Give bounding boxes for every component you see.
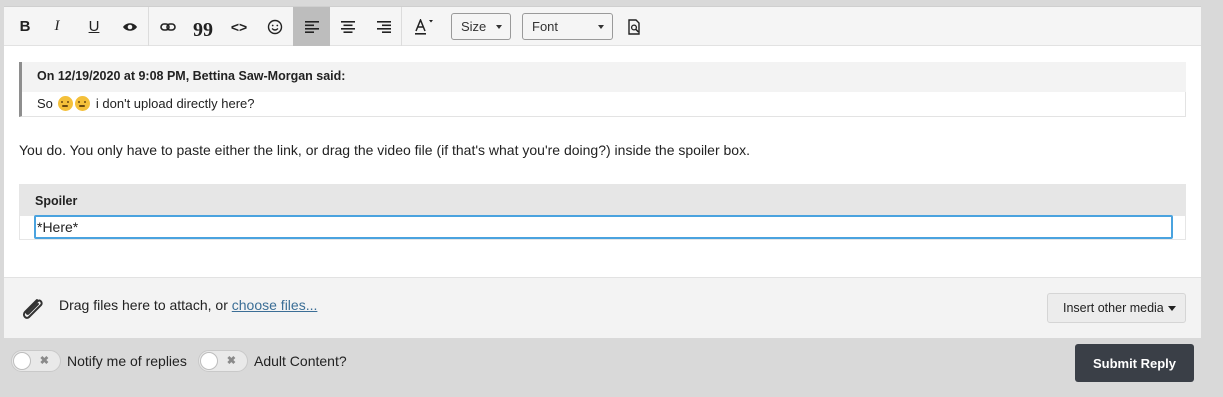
- align-center-button[interactable]: [335, 7, 361, 46]
- eye-icon: [123, 22, 137, 31]
- underline-icon: U: [88, 18, 100, 35]
- toggle-knob: [200, 352, 218, 370]
- bold-button[interactable]: B: [14, 7, 36, 46]
- link-button[interactable]: [155, 7, 181, 46]
- attach-text: Drag files here to attach, or: [59, 297, 232, 313]
- size-select[interactable]: Size: [451, 13, 511, 40]
- reply-paragraph: You do. You only have to paste either th…: [19, 142, 750, 158]
- quoted-post: On 12/19/2020 at 9:08 PM, Bettina Saw-Mo…: [19, 62, 1186, 117]
- insert-other-media-button[interactable]: Insert other media: [1047, 293, 1186, 323]
- caret-down-icon: [1167, 305, 1176, 311]
- thinking-face-emoji-icon: [74, 96, 90, 111]
- quote-button[interactable]: 99: [190, 7, 216, 46]
- code-icon: <>: [230, 18, 248, 35]
- text-color-button[interactable]: [409, 7, 439, 46]
- align-right-button[interactable]: [371, 7, 397, 46]
- quote-icon: 99: [193, 19, 213, 41]
- paperclip-icon: [22, 299, 43, 319]
- thinking-face-emoji-icon: [57, 96, 73, 111]
- close-icon: ✖: [39, 355, 49, 367]
- toggle-knob: [13, 352, 31, 370]
- spoiler-content-field[interactable]: *Here*: [34, 215, 1173, 239]
- editor-toolbar: B I U 99 <> Size Font: [4, 7, 1201, 46]
- toolbar-divider: [401, 7, 402, 46]
- quote-text: So i don't upload directly here?: [37, 96, 255, 111]
- spoiler-title[interactable]: Spoiler: [20, 185, 1185, 216]
- notify-label: Notify me of replies: [67, 353, 187, 369]
- submit-reply-button[interactable]: Submit Reply: [1075, 344, 1194, 382]
- page-bottom-edge: [0, 390, 1223, 397]
- align-left-button[interactable]: [293, 7, 330, 46]
- quote-suffix: i don't upload directly here?: [95, 96, 255, 111]
- rich-text-editor: B I U 99 <> Size Font On 12/19/2020 at 9…: [4, 6, 1201, 339]
- attachment-area[interactable]: Drag files here to attach, or choose fil…: [4, 277, 1201, 339]
- spoiler-box: Spoiler *Here*: [19, 184, 1186, 240]
- size-select-label: Size: [461, 19, 487, 34]
- reply-editor-frame: B I U 99 <> Size Font On 12/19/2020 at 9…: [0, 0, 1223, 397]
- quote-prefix: So: [37, 96, 53, 111]
- adult-content-label: Adult Content?: [254, 353, 347, 369]
- reply-footer: ✖ Notify me of replies ✖ Adult Content? …: [0, 338, 1223, 390]
- text-color-icon: [415, 18, 433, 35]
- align-center-icon: [341, 20, 355, 33]
- toolbar-divider: [148, 7, 149, 46]
- choose-files-link[interactable]: choose files...: [232, 297, 318, 313]
- notify-toggle[interactable]: ✖: [11, 350, 61, 372]
- italic-button[interactable]: I: [46, 7, 68, 46]
- adult-content-toggle[interactable]: ✖: [198, 350, 248, 372]
- italic-icon: I: [54, 18, 60, 34]
- smiley-icon: [267, 19, 283, 34]
- preview-button[interactable]: [624, 7, 646, 46]
- underline-button[interactable]: U: [83, 7, 105, 46]
- align-left-icon: [304, 20, 319, 33]
- link-icon: [160, 22, 176, 31]
- close-icon: ✖: [226, 355, 236, 367]
- font-select-label: Font: [532, 19, 559, 34]
- preview-icon: [628, 18, 640, 35]
- chevron-down-icon: [496, 25, 502, 29]
- code-button[interactable]: <>: [226, 7, 252, 46]
- insert-other-media-label: Insert other media: [1063, 301, 1164, 315]
- emoji-button[interactable]: [262, 7, 288, 46]
- quote-attribution: On 12/19/2020 at 9:08 PM, Bettina Saw-Mo…: [22, 62, 1186, 92]
- align-right-icon: [377, 20, 391, 33]
- spoiler-inline-button[interactable]: [117, 7, 143, 46]
- font-select[interactable]: Font: [522, 13, 613, 40]
- attach-instructions: Drag files here to attach, or choose fil…: [59, 297, 317, 313]
- bold-icon: B: [19, 18, 31, 35]
- chevron-down-icon: [598, 25, 604, 29]
